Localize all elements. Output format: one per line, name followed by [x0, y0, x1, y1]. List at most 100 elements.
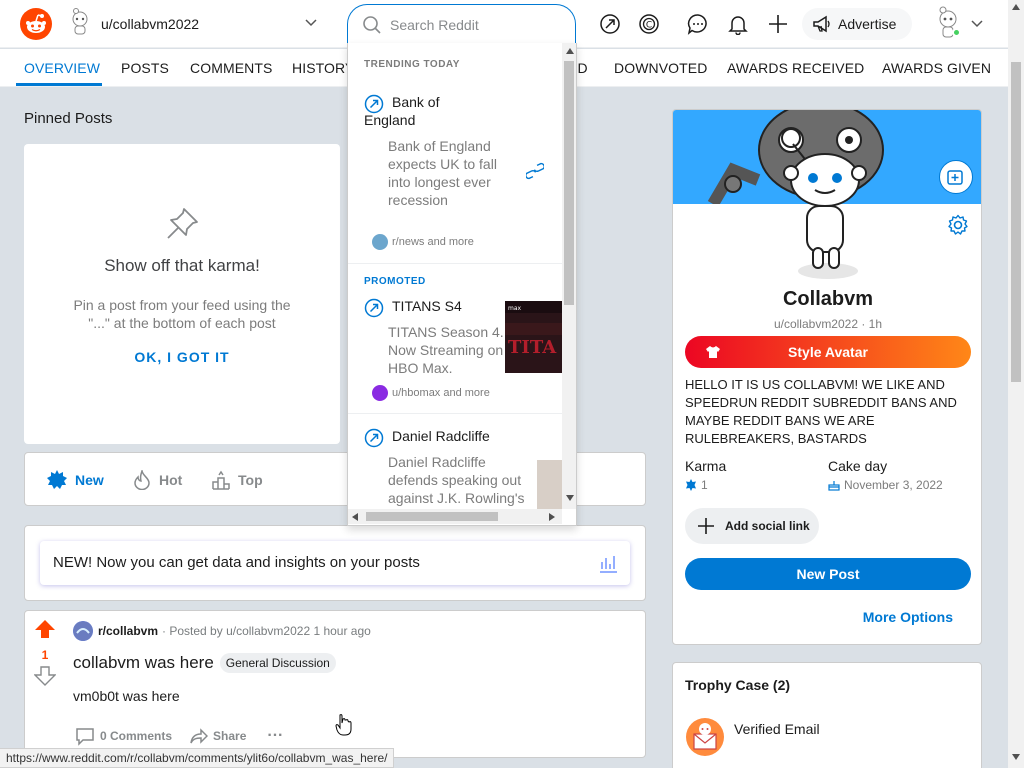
globe-icon	[372, 234, 388, 250]
verified-email-trophy-icon	[686, 718, 724, 756]
shirt-icon	[706, 346, 720, 358]
add-social-link-button[interactable]: Add social link	[685, 508, 819, 544]
comments-button[interactable]: 0 Comments	[75, 726, 172, 746]
cakeday-date: November 3, 2022	[844, 478, 943, 492]
dropdown-vertical-scrollbar[interactable]	[562, 43, 576, 509]
chevron-down-icon	[305, 19, 317, 27]
more-actions-button[interactable]: ···	[262, 727, 283, 745]
advertise-button[interactable]: Advertise	[802, 8, 912, 40]
svg-text:C: C	[646, 21, 652, 31]
page-scrollbar[interactable]	[1008, 0, 1024, 768]
promoted-title: TITANS S4	[392, 298, 462, 314]
share-icon	[190, 728, 209, 744]
profile-card: Collabvm u/collabvm2022 · 1h Style Avata…	[672, 109, 982, 645]
tab-history[interactable]: HISTORY	[292, 60, 354, 76]
dropdown-scroll-thumb[interactable]	[564, 61, 574, 305]
insights-banner[interactable]: NEW! Now you can get data and insights o…	[40, 541, 630, 585]
ok-got-it-button[interactable]: OK, I GOT IT	[24, 349, 340, 365]
post-flair[interactable]: General Discussion	[219, 653, 336, 673]
search-bar	[347, 4, 576, 44]
dropdown-hscroll-thumb[interactable]	[366, 512, 498, 521]
thumbnail-text: TITA	[508, 337, 557, 358]
profile-username-age: u/collabvm2022 · 1h	[773, 317, 883, 331]
add-banner-button[interactable]	[939, 160, 973, 194]
post-author-time: · Posted by u/collabvm2022 1 hour ago	[162, 624, 371, 638]
trending-heading: TRENDING TODAY	[364, 59, 460, 70]
advertise-label: Advertise	[838, 16, 897, 32]
scroll-up-arrow-icon[interactable]	[1012, 4, 1020, 10]
header-username: u/collabvm2022	[101, 16, 200, 32]
sort-hot-label: Hot	[159, 472, 183, 488]
style-avatar-button[interactable]: Style Avatar	[685, 336, 971, 368]
trending-item[interactable]: Daniel Radcliffe Daniel Radcliffe defend…	[348, 427, 562, 509]
sort-hot-button[interactable]: Hot	[133, 467, 182, 493]
post-title[interactable]: collabvm was here	[73, 653, 214, 673]
scroll-up-arrow-icon[interactable]	[566, 48, 574, 54]
downvote-arrow-icon[interactable]	[33, 666, 57, 686]
search-icon	[363, 16, 381, 34]
karma-count: 1	[701, 478, 708, 492]
scroll-right-arrow-icon[interactable]	[549, 513, 555, 521]
image-add-icon	[947, 170, 963, 185]
post-actions: 0 Comments Share ···	[75, 726, 299, 746]
svg-text:max: max	[508, 305, 522, 312]
tab-awards-received[interactable]: AWARDS RECEIVED	[727, 60, 864, 76]
reddit-logo[interactable]	[20, 8, 52, 40]
trending-item[interactable]: Bank of England Bank of England expects …	[348, 93, 562, 258]
subreddit-link[interactable]: r/collabvm	[98, 624, 158, 638]
scroll-left-arrow-icon[interactable]	[352, 513, 358, 521]
cake-icon	[828, 481, 840, 491]
promoted-item[interactable]: TITANS S4 TITANS Season 4. Now Streaming…	[348, 297, 562, 402]
insights-card: NEW! Now you can get data and insights o…	[24, 525, 646, 601]
search-trending-dropdown: TRENDING TODAY Bank of England Bank of E…	[347, 43, 577, 526]
trending-source-text: r/news and more	[392, 236, 474, 248]
top-header: u/collabvm2022 C Advertise	[0, 0, 1008, 48]
titans-thumbnail: max TITA	[505, 301, 562, 373]
create-post-plus-icon[interactable]	[766, 12, 790, 36]
share-label: Share	[213, 729, 247, 743]
subreddit-icon	[73, 621, 93, 641]
chevron-down-icon	[971, 20, 983, 28]
upvote-arrow-icon[interactable]	[34, 619, 56, 639]
notifications-bell-icon[interactable]	[726, 12, 750, 36]
profile-avatar-snoo[interactable]	[773, 118, 883, 288]
post-score: 1	[41, 648, 49, 662]
tab-downvoted[interactable]: DOWNVOTED	[614, 60, 707, 76]
bar-chart-icon	[600, 556, 617, 573]
promoted-source-text: u/hbomax and more	[392, 387, 490, 399]
chat-icon[interactable]	[686, 12, 710, 36]
trending-title: Daniel Radcliffe	[392, 428, 490, 444]
sort-top-button[interactable]: Top	[212, 467, 263, 493]
megaphone-icon	[813, 15, 830, 33]
tab-overview[interactable]: OVERVIEW	[24, 60, 100, 76]
page-scroll-thumb[interactable]	[1011, 62, 1021, 382]
user-menu[interactable]	[932, 6, 988, 42]
trophy-name: Verified Email	[734, 721, 820, 737]
share-button[interactable]: Share	[188, 726, 246, 746]
tab-posts[interactable]: POSTS	[121, 60, 169, 76]
new-post-button[interactable]: New Post	[685, 558, 971, 590]
plus-icon	[698, 518, 714, 534]
trending-description: Bank of England expects UK to fall into …	[388, 138, 497, 208]
pinned-posts-heading: Pinned Posts	[24, 110, 113, 127]
popular-icon[interactable]	[598, 12, 622, 36]
profile-switcher[interactable]: u/collabvm2022	[66, 6, 328, 42]
gear-icon[interactable]	[947, 214, 969, 236]
tab-awards-given[interactable]: AWARDS GIVEN	[882, 60, 991, 76]
post-title-row: collabvm was here General Discussion	[73, 653, 336, 673]
more-dots: ···	[267, 727, 284, 744]
trending-source: r/news and more	[372, 234, 474, 250]
hbomax-avatar-icon	[372, 385, 388, 401]
dropdown-horizontal-scrollbar[interactable]	[348, 509, 562, 524]
post-card[interactable]: 1 r/collabvm · Posted by u/collabvm2022 …	[24, 610, 646, 758]
tab-comments[interactable]: COMMENTS	[190, 60, 272, 76]
comment-icon	[76, 728, 94, 746]
coins-icon[interactable]: C	[637, 12, 661, 36]
search-input[interactable]	[390, 13, 560, 37]
snoo-icon	[26, 14, 46, 33]
scroll-down-arrow-icon[interactable]	[1012, 754, 1020, 760]
radcliffe-thumbnail	[537, 460, 562, 509]
more-options-link[interactable]: More Options	[863, 609, 953, 625]
sort-new-button[interactable]: New	[47, 467, 104, 493]
scroll-down-arrow-icon[interactable]	[566, 495, 574, 501]
